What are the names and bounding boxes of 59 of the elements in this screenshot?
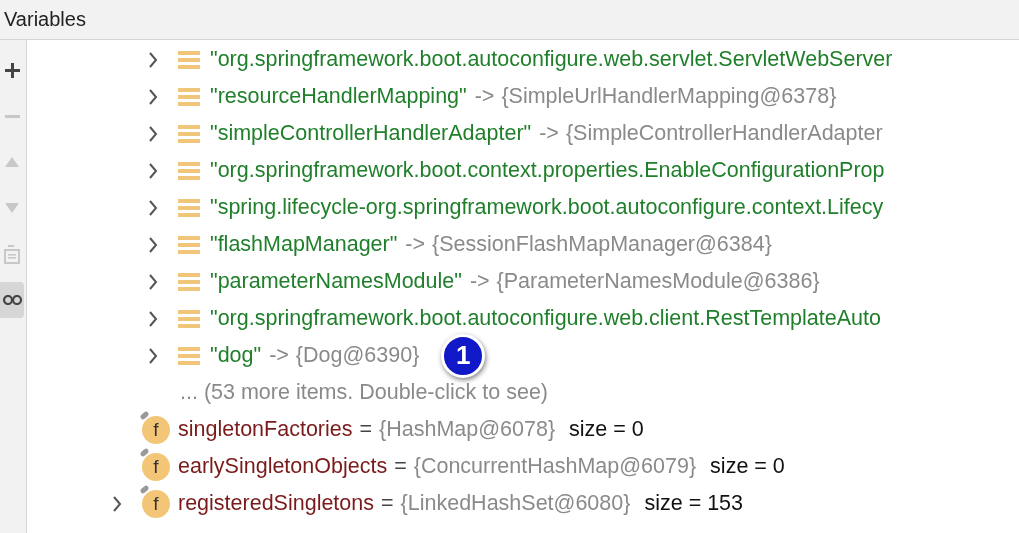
map-entry-icon bbox=[178, 85, 200, 108]
map-entry-icon bbox=[178, 122, 200, 145]
field-value: {LinkedHashSet@6080} bbox=[400, 491, 631, 516]
equals-sign: = bbox=[394, 454, 407, 479]
entry-value: {ParameterNamesModule@6386} bbox=[496, 269, 820, 294]
more-items-link[interactable]: ... (53 more items. Double-click to see) bbox=[180, 380, 548, 405]
expand-chevron-icon[interactable] bbox=[146, 235, 160, 254]
expand-chevron-icon[interactable] bbox=[146, 346, 160, 365]
field-name: singletonFactories bbox=[178, 417, 353, 442]
glasses-button[interactable] bbox=[0, 282, 24, 318]
expand-chevron-icon[interactable] bbox=[146, 272, 160, 291]
entry-key: "parameterNamesModule" bbox=[210, 269, 462, 294]
map-entry-icon bbox=[178, 233, 200, 256]
arrow-text: -> bbox=[474, 84, 495, 109]
entry-value: {SessionFlashMapManager@6384} bbox=[432, 232, 772, 257]
panel-title: Variables bbox=[4, 8, 86, 31]
field-value: {HashMap@6078} bbox=[379, 417, 556, 442]
entry-value: {SimpleControllerHandlerAdapter bbox=[565, 121, 883, 146]
down-triangle-icon bbox=[5, 203, 19, 213]
map-entry-icon bbox=[178, 159, 200, 182]
arrow-text: -> bbox=[269, 343, 289, 368]
entry-key: "flashMapManager" bbox=[210, 232, 398, 257]
size-text: size = 0 bbox=[569, 417, 644, 442]
field-name: earlySingletonObjects bbox=[178, 454, 388, 479]
field-value: {ConcurrentHashMap@6079} bbox=[413, 454, 697, 479]
size-text: size = 153 bbox=[644, 491, 744, 516]
map-entry-icon bbox=[178, 270, 200, 293]
equals-sign: = bbox=[381, 491, 394, 516]
minus-icon bbox=[4, 114, 20, 118]
entry-key: "org.springframework.boot.autoconfigure.web.servlet.ServletWebServer bbox=[210, 47, 893, 72]
plus-icon bbox=[4, 62, 20, 78]
arrow-text: -> bbox=[405, 232, 426, 257]
entry-key: "org.springframework.boot.autoconfigure.web.client.RestTemplateAuto bbox=[210, 306, 881, 331]
glasses-icon bbox=[2, 295, 22, 305]
entry-key: "org.springframework.boot.context.properties.EnableConfigurationProp bbox=[210, 158, 885, 183]
copy-list-icon bbox=[4, 244, 20, 264]
arrow-text: -> bbox=[469, 269, 490, 294]
entry-key: "simpleControllerHandlerAdapter" bbox=[210, 121, 532, 146]
field-name: registeredSingletons bbox=[178, 491, 374, 516]
expand-chevron-icon[interactable] bbox=[146, 50, 160, 69]
expand-chevron-icon[interactable] bbox=[146, 161, 160, 180]
entry-key: "resourceHandlerMapping" bbox=[210, 84, 467, 109]
equals-sign: = bbox=[359, 417, 373, 442]
expand-chevron-icon[interactable] bbox=[110, 494, 124, 513]
entry-key: "dog" bbox=[210, 343, 262, 368]
expand-chevron-icon[interactable] bbox=[146, 87, 160, 106]
entry-value: {Dog@6390} bbox=[295, 343, 420, 368]
map-entry-icon bbox=[178, 196, 200, 219]
up-triangle-icon bbox=[5, 157, 19, 167]
map-entry-icon bbox=[178, 344, 200, 367]
expand-chevron-icon[interactable] bbox=[146, 309, 160, 328]
expand-chevron-icon[interactable] bbox=[146, 124, 160, 143]
map-entry-icon bbox=[178, 48, 200, 71]
size-text: size = 0 bbox=[710, 454, 785, 479]
entry-key: "spring.lifecycle-org.springframework.boot.autoconfigure.context.Lifecy bbox=[210, 195, 884, 220]
arrow-text: -> bbox=[539, 121, 559, 146]
expand-chevron-icon[interactable] bbox=[146, 198, 160, 217]
map-entry-icon bbox=[178, 307, 200, 330]
entry-value: {SimpleUrlHandlerMapping@6378} bbox=[501, 84, 837, 109]
